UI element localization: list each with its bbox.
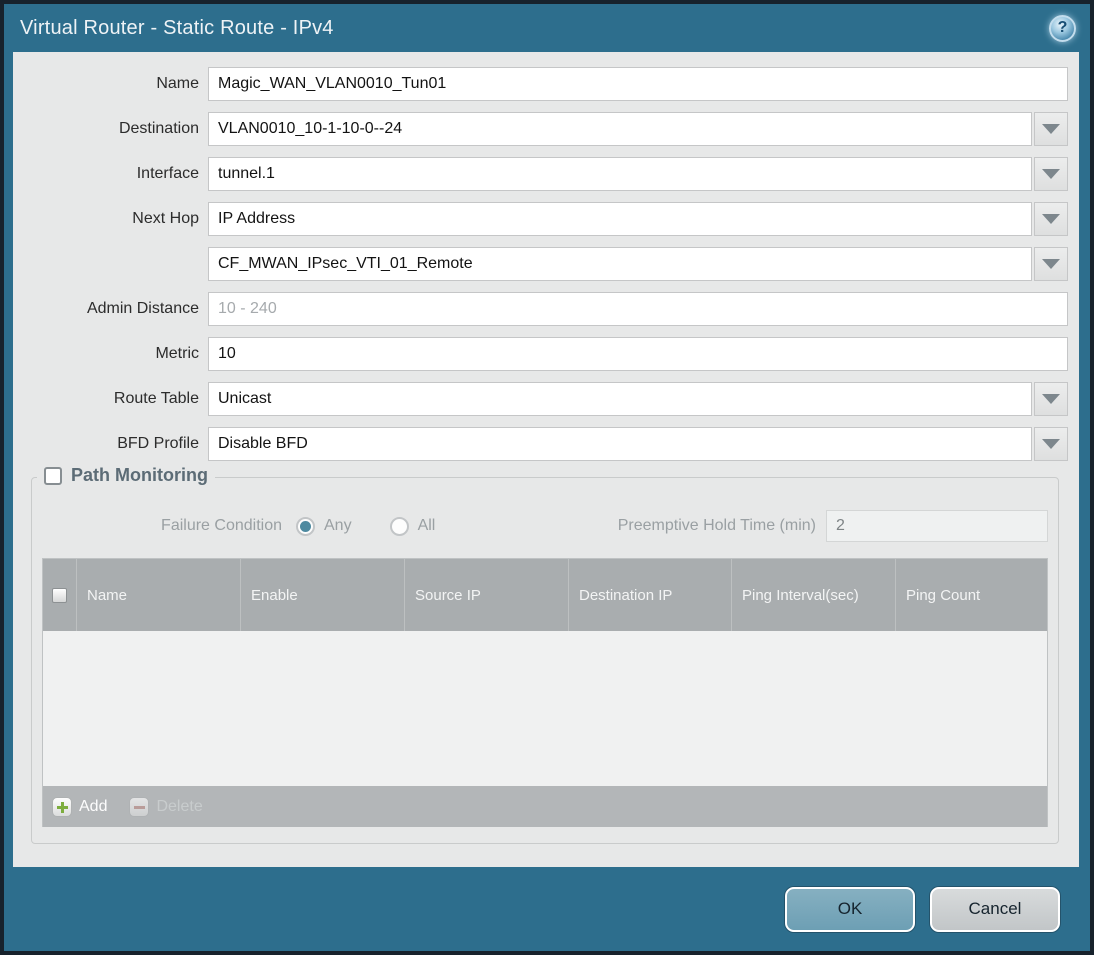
- chevron-down-icon: [1042, 259, 1060, 269]
- destination-combo: [208, 112, 1068, 146]
- column-header-ping-count: Ping Count: [906, 586, 981, 604]
- delete-button[interactable]: Delete: [129, 796, 203, 817]
- dialog-titlebar: Virtual Router - Static Route - IPv4 ?: [4, 4, 1090, 52]
- name-label: Name: [156, 75, 199, 92]
- table-body-empty: [43, 631, 1047, 786]
- metric-row: Metric: [13, 337, 1068, 371]
- interface-dropdown-button[interactable]: [1034, 157, 1068, 191]
- delete-button-label: Delete: [156, 797, 203, 815]
- failure-condition-row: Failure Condition Any All Preemptive Hol…: [42, 510, 1048, 542]
- cancel-button[interactable]: Cancel: [930, 886, 1060, 932]
- next-hop-value-input[interactable]: [208, 247, 1032, 281]
- name-row: Name: [13, 67, 1068, 101]
- route-table-input[interactable]: [208, 382, 1032, 416]
- chevron-down-icon: [1042, 439, 1060, 449]
- dialog-footer: OK Cancel: [4, 867, 1090, 951]
- next-hop-row: Next Hop: [13, 202, 1068, 236]
- path-monitoring-checkbox[interactable]: [44, 466, 62, 485]
- destination-dropdown-button[interactable]: [1034, 112, 1068, 146]
- admin-distance-row: Admin Distance: [13, 292, 1068, 326]
- admin-distance-input[interactable]: [208, 292, 1068, 326]
- path-monitoring-table: Name Enable Source IP Destination IP Pin…: [42, 558, 1048, 827]
- add-plus-icon: [52, 796, 72, 817]
- next-hop-type-input[interactable]: [208, 202, 1032, 236]
- table-header-row: Name Enable Source IP Destination IP Pin…: [43, 559, 1047, 631]
- destination-input[interactable]: [208, 112, 1032, 146]
- table-footer-bar: Add Delete: [43, 786, 1047, 827]
- next-hop-value-dropdown-button[interactable]: [1034, 247, 1068, 281]
- chevron-down-icon: [1042, 124, 1060, 134]
- destination-label: Destination: [118, 120, 199, 137]
- path-monitoring-legend: Path Monitoring: [37, 465, 215, 486]
- interface-row: Interface: [13, 157, 1068, 191]
- preemptive-hold-time-label: Preemptive Hold Time (min): [617, 517, 816, 534]
- add-button[interactable]: Add: [52, 796, 108, 817]
- next-hop-label: Next Hop: [132, 210, 199, 227]
- admin-distance-label: Admin Distance: [86, 300, 199, 317]
- interface-input[interactable]: [208, 157, 1032, 191]
- failure-condition-all-radio[interactable]: [389, 516, 409, 536]
- bfd-profile-combo: [208, 427, 1068, 461]
- route-table-row: Route Table: [13, 382, 1068, 416]
- dialog-content: Name Destination Interface Next Hop: [13, 52, 1079, 867]
- add-button-label: Add: [79, 797, 108, 815]
- ok-button[interactable]: OK: [785, 886, 915, 932]
- help-glyph: ?: [1057, 19, 1068, 36]
- next-hop-value-combo: [208, 247, 1068, 281]
- column-header-name: Name: [77, 559, 241, 631]
- bfd-profile-input[interactable]: [208, 427, 1032, 461]
- failure-condition-any-radio[interactable]: [296, 516, 315, 536]
- column-header-source-ip: Source IP: [405, 559, 569, 631]
- next-hop-type-dropdown-button[interactable]: [1034, 202, 1068, 236]
- next-hop-type-combo: [208, 202, 1068, 236]
- interface-combo: [208, 157, 1068, 191]
- metric-input[interactable]: [208, 337, 1068, 371]
- failure-condition-any-label: Any: [324, 517, 352, 534]
- column-header-ping-interval: Ping Interval(sec): [732, 559, 896, 631]
- column-header-enable: Enable: [241, 559, 405, 631]
- preemptive-hold-time-input[interactable]: [826, 510, 1048, 542]
- dialog-title: Virtual Router - Static Route - IPv4: [20, 16, 334, 39]
- path-monitoring-title: Path Monitoring: [71, 465, 208, 485]
- failure-condition-all-label: All: [417, 517, 436, 534]
- chevron-down-icon: [1042, 394, 1060, 404]
- column-header-destination-ip: Destination IP: [569, 559, 732, 631]
- bfd-profile-label: BFD Profile: [117, 435, 199, 452]
- static-route-dialog: Virtual Router - Static Route - IPv4 ? N…: [0, 0, 1094, 955]
- route-table-combo: [208, 382, 1068, 416]
- help-icon[interactable]: ?: [1049, 14, 1076, 42]
- route-table-dropdown-button[interactable]: [1034, 382, 1068, 416]
- chevron-down-icon: [1042, 169, 1060, 179]
- bfd-profile-dropdown-button[interactable]: [1034, 427, 1068, 461]
- select-all-checkbox[interactable]: [52, 587, 67, 603]
- path-monitoring-section: Path Monitoring Failure Condition Any Al…: [31, 465, 1059, 844]
- select-all-header-cell: [43, 559, 77, 631]
- failure-condition-label: Failure Condition: [161, 517, 282, 534]
- destination-row: Destination: [13, 112, 1068, 146]
- metric-label: Metric: [155, 345, 199, 362]
- route-table-label: Route Table: [113, 390, 199, 407]
- interface-label: Interface: [136, 165, 199, 182]
- delete-minus-icon: [129, 796, 150, 817]
- name-input[interactable]: [208, 67, 1068, 101]
- next-hop-value-row: [13, 247, 1068, 281]
- chevron-down-icon: [1042, 214, 1060, 224]
- bfd-profile-row: BFD Profile: [13, 427, 1068, 461]
